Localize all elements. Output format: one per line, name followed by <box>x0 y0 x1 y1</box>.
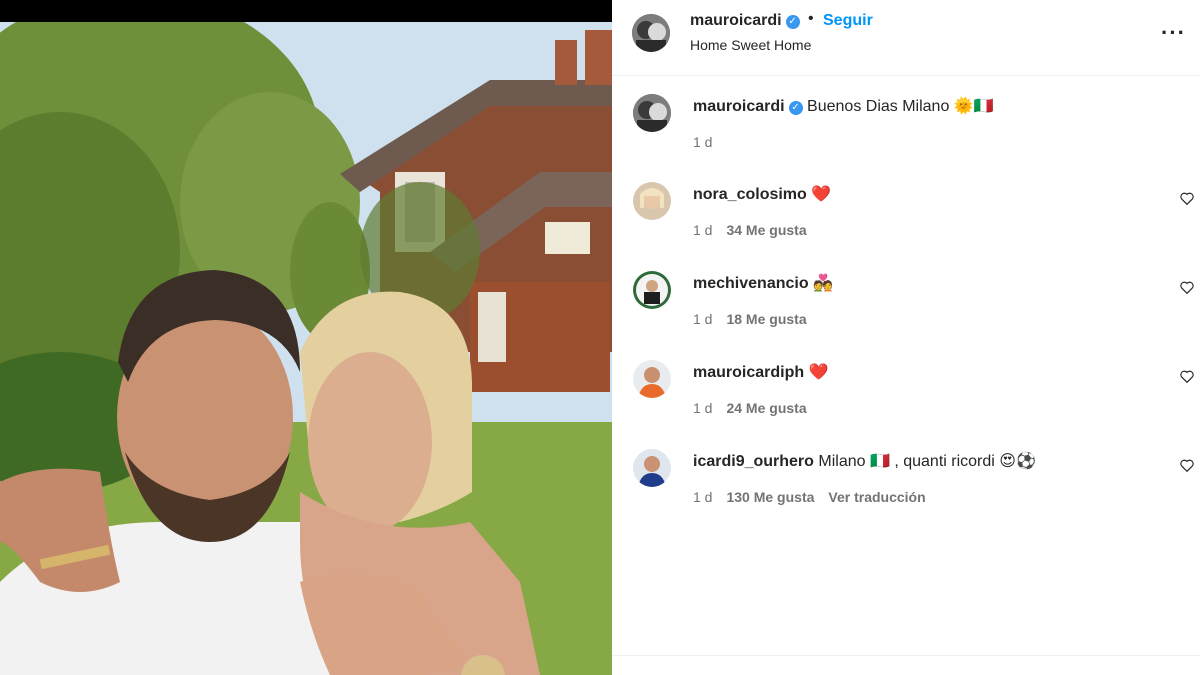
comment-emoji: 😍⚽ <box>999 453 1036 470</box>
comment-likes[interactable]: 18 Me gusta <box>726 311 806 327</box>
comment-avatar[interactable] <box>633 360 671 398</box>
panel-divider <box>612 655 1200 656</box>
comment-avatar[interactable] <box>633 182 671 220</box>
caption-avatar[interactable] <box>633 94 671 132</box>
comment-username[interactable]: mauroicardiph <box>693 364 804 381</box>
comment-avatar-image <box>633 360 671 398</box>
comment-likes[interactable]: 34 Me gusta <box>726 222 806 238</box>
author-avatar[interactable] <box>632 14 670 52</box>
comment-avatar-image <box>633 182 671 220</box>
comment-time[interactable]: 1 d <box>693 311 712 327</box>
post-photo-image <box>0 22 612 675</box>
comment-emoji: ❤️ <box>808 364 829 381</box>
heart-outline-icon[interactable] <box>1180 459 1194 475</box>
heart-outline-svg <box>1180 192 1194 206</box>
comment-item: icardi9_ourhero Milano 🇮🇹 , quanti ricor… <box>612 449 1200 529</box>
post-photo-pane <box>0 0 612 675</box>
post-header: mauroicardi ✓ • Seguir Home Sweet Home ··… <box>612 0 1200 76</box>
heart-outline-icon[interactable] <box>1180 281 1194 297</box>
heart-outline-icon[interactable] <box>1180 192 1194 208</box>
comment-meta: 1 d 18 Me gusta <box>693 311 821 327</box>
caption-meta: 1 d <box>693 134 726 150</box>
comment-emoji: 💑 <box>813 275 833 292</box>
comment-time[interactable]: 1 d <box>693 400 712 416</box>
follow-button[interactable]: Seguir <box>823 12 873 30</box>
author-username[interactable]: mauroicardi ✓ <box>690 12 800 30</box>
heart-outline-svg <box>1180 370 1194 384</box>
comment-item: nora_colosimo ❤️ 1 d 34 Me gusta <box>612 182 1200 262</box>
heart-outline-svg <box>1180 459 1194 473</box>
comment-line: mechivenancio 💑 <box>693 273 833 293</box>
comment-meta: 1 d 24 Me gusta <box>693 400 821 416</box>
see-translation-link[interactable]: Ver traducción <box>828 489 925 505</box>
comment-avatar-image <box>633 449 671 487</box>
verified-badge-icon: ✓ <box>788 101 803 115</box>
comment-item: mauroicardiph ❤️ 1 d 24 Me gusta <box>612 360 1200 440</box>
comment-avatar-image <box>633 271 671 309</box>
caption-text: Buenos Dias Milano <box>807 98 950 115</box>
comment-time[interactable]: 1 d <box>693 222 712 238</box>
caption-emoji: 🌞🇮🇹 <box>953 98 994 115</box>
comment-meta: 1 d 34 Me gusta <box>693 222 821 238</box>
comment-avatar[interactable] <box>633 449 671 487</box>
caption-username[interactable]: mauroicardi <box>693 98 785 115</box>
header-separator: • <box>808 10 814 27</box>
heart-outline-svg <box>1180 281 1194 295</box>
comment-username[interactable]: nora_colosimo <box>693 186 807 203</box>
comment-likes[interactable]: 130 Me gusta <box>726 489 814 505</box>
author-avatar-image <box>632 14 670 52</box>
post-location[interactable]: Home Sweet Home <box>690 37 811 53</box>
comment-likes[interactable]: 24 Me gusta <box>726 400 806 416</box>
comment-line: mauroicardiph ❤️ <box>693 362 829 382</box>
heart-outline-icon[interactable] <box>1180 370 1194 386</box>
more-options-icon[interactable]: ··· <box>1161 20 1186 46</box>
caption: mauroicardi ✓ Buenos Dias Milano 🌞🇮🇹 1 d <box>612 94 1200 174</box>
caption-time[interactable]: 1 d <box>693 134 712 150</box>
caption-line: mauroicardi ✓ Buenos Dias Milano 🌞🇮🇹 <box>693 96 994 116</box>
comment-line: nora_colosimo ❤️ <box>693 184 831 204</box>
comment-line: icardi9_ourhero Milano 🇮🇹 , quanti ricor… <box>693 451 1036 471</box>
author-username-text[interactable]: mauroicardi <box>690 12 782 29</box>
comment-meta: 1 d 130 Me gusta Ver traducción <box>693 489 940 505</box>
comment-time[interactable]: 1 d <box>693 489 712 505</box>
post-photo[interactable] <box>0 22 612 675</box>
comment-username[interactable]: mechivenancio <box>693 275 809 292</box>
verified-badge-icon: ✓ <box>785 15 800 29</box>
post-side-panel: mauroicardi ✓ • Seguir Home Sweet Home ··… <box>612 0 1200 675</box>
comment-item: mechivenancio 💑 1 d 18 Me gusta <box>612 271 1200 351</box>
comment-emoji: ❤️ <box>811 186 832 203</box>
comment-avatar[interactable] <box>633 271 671 309</box>
comment-text: Milano 🇮🇹 , quanti ricordi <box>818 453 995 470</box>
comment-username[interactable]: icardi9_ourhero <box>693 453 814 470</box>
caption-avatar-image <box>633 94 671 132</box>
